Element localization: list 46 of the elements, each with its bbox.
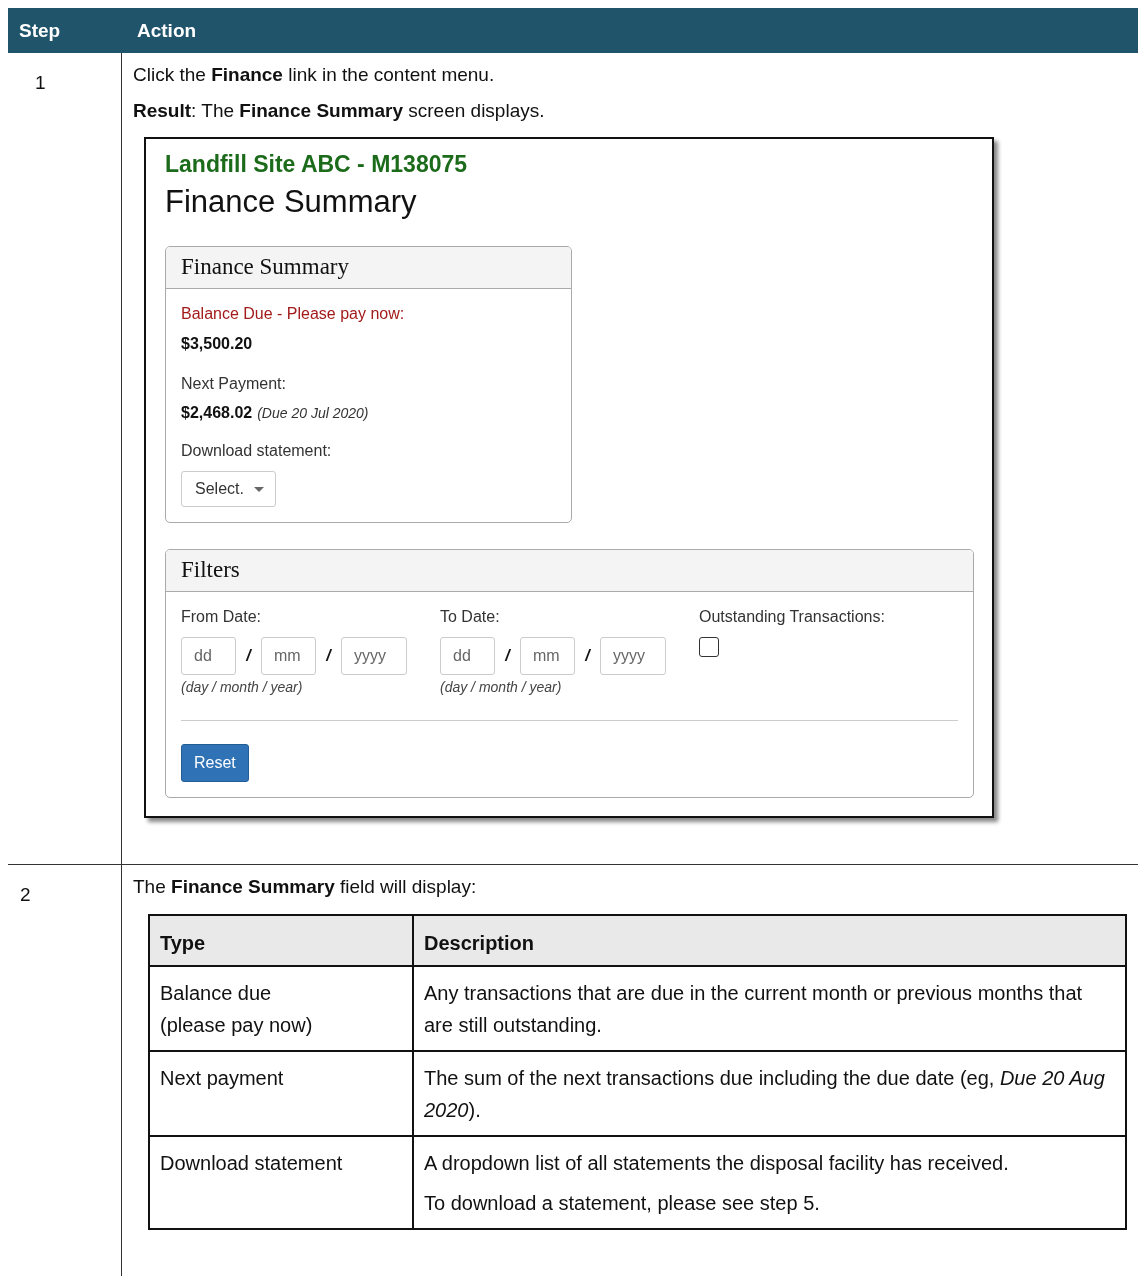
date-field[interactable]: mm [261, 637, 316, 676]
date-hint: (day / month / year) [181, 679, 304, 696]
next-payment-label: Next Payment: [181, 375, 287, 394]
date-separator: / [584, 647, 592, 666]
balance-amount: $3,500.20 [181, 335, 254, 354]
table-cell-text: The sum of the next transactions due including the due date (eg, Due 20 Aug 2020). [424, 1066, 1106, 1123]
page-title: Finance Summary [165, 184, 418, 221]
date-label: To Date: [440, 608, 501, 627]
next-payment-amount: $2,468.02 [181, 404, 253, 422]
date-field[interactable]: yyyy [600, 637, 666, 676]
table-cell-text: Next payment [160, 1066, 285, 1091]
column-header: Step [18, 19, 62, 42]
panel-title: Finance Summary [166, 247, 571, 290]
balance-label: Balance Due - Please pay now: [181, 305, 406, 324]
date-label: From Date: [181, 608, 262, 627]
instruction-text: Result: The Finance Summary screen displays. [133, 101, 546, 123]
date-separator: / [245, 647, 253, 666]
date-hint: (day / month / year) [440, 679, 563, 696]
step-number: 2 [8, 865, 122, 1276]
reset-button[interactable]: Reset [181, 744, 249, 783]
column-header: Description [423, 931, 536, 956]
date-field[interactable]: dd [181, 637, 236, 676]
step-number: 1 [8, 53, 122, 865]
caret-icon [253, 486, 264, 492]
outstanding-label: Outstanding Transactions: [699, 608, 886, 627]
date-field[interactable]: dd [440, 637, 495, 676]
column-header: Type [150, 916, 414, 965]
instruction-text: The Finance Summary field will display: [133, 877, 478, 898]
instruction-text: Click the Finance link in the content menu. [133, 65, 496, 87]
date-separator: / [504, 647, 512, 666]
column-header: Action [136, 19, 198, 42]
date-separator: / [325, 647, 333, 666]
site-title: Landfill Site ABC - M138075 [165, 151, 469, 179]
table-cell-text: To download a statement, please see step 5. [424, 1191, 821, 1216]
table-cell-text: (please pay now) [160, 1013, 314, 1038]
statement-dropdown[interactable]: Select. [181, 471, 276, 508]
due-date: (Due 20 Jul 2020) [257, 405, 369, 422]
panel-title: Filters [166, 550, 973, 593]
outstanding-checkbox[interactable] [699, 637, 719, 658]
date-field[interactable]: mm [520, 637, 575, 676]
date-field[interactable]: yyyy [341, 637, 407, 676]
download-label: Download statement: [181, 442, 333, 461]
table-cell-text: Any transactions that are due in the current month or previous months that are still outstanding. [424, 981, 1084, 1038]
table-cell-text: A dropdown list of all statements the disposal facility has received. [424, 1151, 1010, 1176]
table-cell-text: Download statement [160, 1151, 344, 1176]
table-cell-text: Balance due [160, 981, 273, 1006]
